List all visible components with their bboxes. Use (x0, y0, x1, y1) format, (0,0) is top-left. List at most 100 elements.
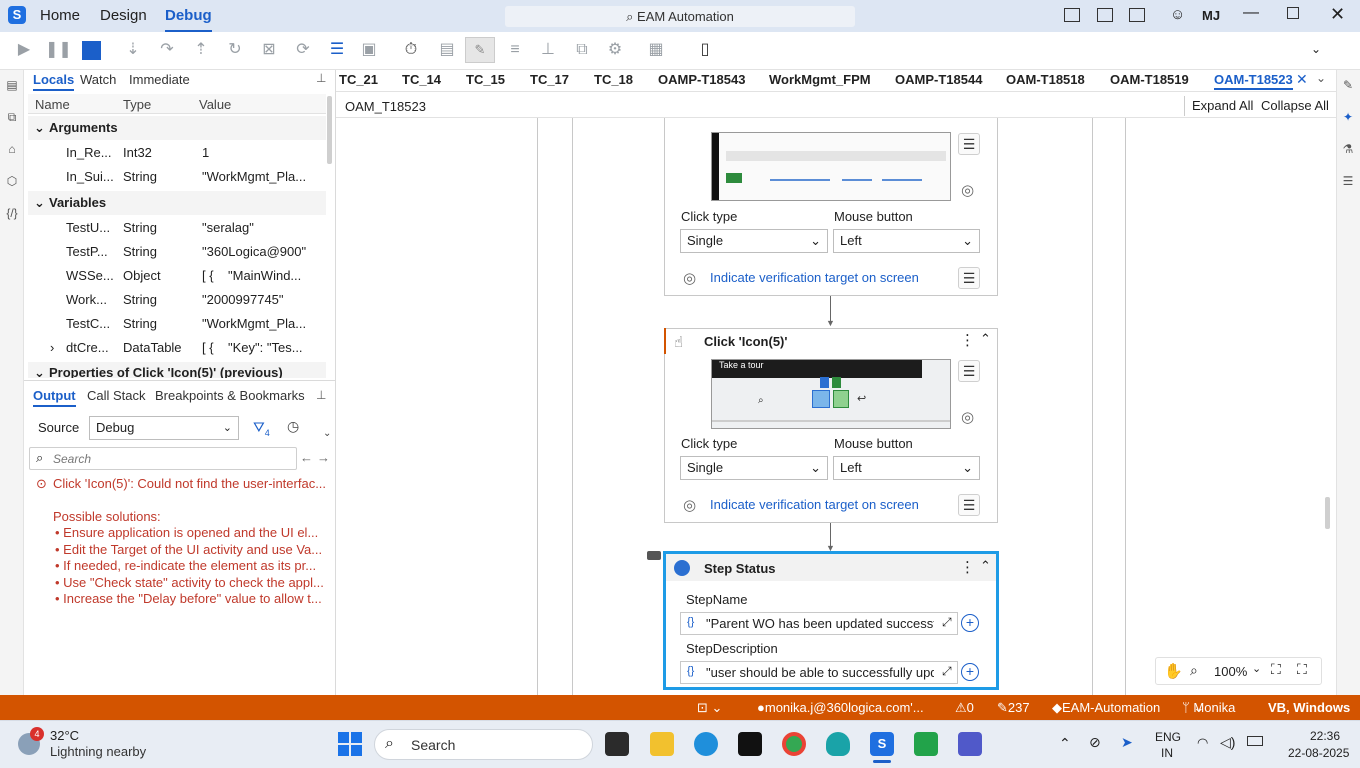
doc-tab[interactable]: OAMP-T18543 (658, 72, 745, 87)
pause-icon[interactable]: ❚❚ (45, 38, 72, 62)
activity-title[interactable]: Step Status (704, 561, 776, 576)
autopilot-icon[interactable]: ✦ (1340, 109, 1356, 125)
tab-watch[interactable]: Watch (80, 72, 116, 87)
target-screenshot[interactable]: Take a tour ⌕ ↩ (711, 359, 951, 429)
add-icon[interactable]: + (961, 663, 979, 681)
clock-time[interactable]: 22:36 (1310, 729, 1340, 743)
pin-icon[interactable]: ⊥ (316, 388, 326, 402)
run-icon[interactable]: ▶ (12, 38, 36, 62)
outline-icon[interactable]: ☰ (1340, 173, 1356, 189)
doc-tab[interactable]: OAM-T18519 (1110, 72, 1189, 87)
col-type[interactable]: Type (123, 97, 151, 112)
menu-design[interactable]: Design (100, 0, 147, 32)
feedback-icon[interactable]: ☺ (1170, 6, 1185, 23)
locals-row[interactable]: In_Re... Int32 1 (28, 141, 326, 165)
source-select[interactable]: Debug ⌄ (89, 416, 239, 440)
app-icon[interactable] (738, 732, 762, 756)
doc-tab[interactable]: TC_15 (466, 72, 505, 87)
edge-icon[interactable] (694, 732, 718, 756)
locals-row[interactable]: WSSe... Object [ { "MainWind... (28, 264, 326, 288)
doc-tab[interactable]: TC_21 (339, 72, 378, 87)
fullscreen-icon[interactable]: ⛶ (1297, 661, 1307, 678)
target-settings-icon[interactable]: ◎ (961, 181, 974, 199)
kebab-icon[interactable]: ⋮ (960, 331, 975, 349)
chevron-down-icon[interactable]: ⌄ (1311, 42, 1321, 56)
data-manager-icon[interactable]: {/} (4, 205, 20, 221)
continue-on-exception-icon[interactable]: ⊥ (536, 38, 560, 62)
tabs-overflow-icon[interactable]: ⌄ (1316, 71, 1326, 85)
verification-menu-button[interactable]: ☰ (958, 267, 980, 289)
doc-tab[interactable]: OAMP-T18544 (895, 72, 982, 87)
account-status[interactable]: ● monika.j@360logica.com'... (757, 695, 924, 720)
step-into-icon[interactable]: ⇣ (121, 38, 145, 62)
tab-breakpoints[interactable]: Breakpoints & Bookmarks (155, 388, 305, 403)
overflow-icon[interactable]: ⌄ (323, 428, 331, 439)
chevron-up-icon[interactable]: ⌃ (1059, 735, 1071, 752)
expand-editor-icon[interactable]: ⤢ (942, 615, 952, 630)
app-icon[interactable] (914, 732, 938, 756)
picture-in-picture-icon[interactable]: ⧉ (570, 38, 594, 62)
errors-indicator[interactable]: ⚠ 0 (955, 695, 974, 720)
temperature[interactable]: 32°C (50, 728, 79, 743)
step-over-icon[interactable]: ↷ (155, 38, 179, 62)
hand-tool-icon[interactable]: ✋ (1164, 662, 1183, 680)
platform-indicator[interactable]: VB, Windows (1268, 695, 1350, 720)
project-indicator[interactable]: ◆ EAM-Automation (1052, 695, 1160, 720)
activity-title[interactable]: Click 'Icon(5)' (704, 334, 787, 349)
edits-indicator[interactable]: ✎ 237 (997, 695, 1030, 720)
close-window-button[interactable]: ✕ (1330, 4, 1345, 25)
target-screenshot[interactable] (711, 132, 951, 201)
mouse-button-select[interactable]: Left ⌄ (833, 229, 980, 253)
doc-tab[interactable]: TC_18 (594, 72, 633, 87)
uipath-studio-icon[interactable]: S (870, 732, 894, 756)
tab-output[interactable]: Output (33, 388, 76, 407)
snippets-icon[interactable]: ⌂ (4, 141, 20, 157)
locals-row[interactable]: TestU... String "seralag" (28, 216, 326, 240)
locals-row[interactable]: Work... String "2000997745" (28, 288, 326, 312)
add-icon[interactable]: + (961, 614, 979, 632)
expand-editor-icon[interactable]: ⤢ (942, 664, 952, 679)
stepdescription-input[interactable]: {} "user should be able to successfully … (680, 661, 958, 684)
kebab-icon[interactable]: ⋮ (960, 558, 975, 576)
panel-left-icon[interactable] (1064, 8, 1080, 22)
expand-all-button[interactable]: Expand All (1192, 98, 1253, 113)
taskbar-search[interactable]: ⌕ Search (374, 729, 593, 760)
breadcrumb[interactable]: OAM_T18523 (345, 99, 426, 114)
network-off-icon[interactable]: ⊘ (1089, 734, 1101, 751)
minimize-button[interactable]: — (1243, 4, 1259, 22)
tab-immediate[interactable]: Immediate (129, 72, 190, 87)
arrow-right-icon[interactable]: → (317, 450, 330, 465)
zoom-level[interactable]: 100% (1214, 664, 1247, 679)
fit-to-screen-icon[interactable]: ⛶ (1271, 661, 1281, 678)
tab-locals[interactable]: Locals (33, 72, 75, 91)
locals-row[interactable]: TestP... String "360Logica@900" (28, 240, 326, 264)
variables-section[interactable]: ⌄ Variables (28, 191, 326, 215)
clock-icon[interactable]: ◷ (287, 418, 299, 435)
verification-link[interactable]: Indicate verification target on screen (710, 270, 919, 285)
restore-button[interactable] (1287, 7, 1299, 19)
panel-bottom-icon[interactable] (1097, 8, 1113, 22)
stop-icon[interactable] (82, 41, 101, 60)
breakpoint-marker[interactable] (647, 551, 661, 560)
open-logs-icon[interactable]: ▯ (693, 38, 717, 62)
doc-tab[interactable]: OAM-T18518 (1006, 72, 1085, 87)
properties-section[interactable]: ⌄ Properties of Click 'Icon(5)' (previous… (28, 362, 326, 378)
wifi-icon[interactable]: ◠ (1197, 735, 1208, 751)
source-control-icon[interactable]: ⊡ ⌄ (697, 695, 722, 720)
collapse-icon[interactable]: ⌃ (980, 331, 991, 347)
object-repository-icon[interactable]: ⬡ (4, 173, 20, 189)
verification-link[interactable]: Indicate verification target on screen (710, 497, 919, 512)
canvas-scrollbar[interactable] (1325, 497, 1330, 529)
volume-icon[interactable]: ◁) (1220, 734, 1235, 751)
ignore-icon[interactable]: ⊠ (257, 38, 281, 62)
target-settings-icon[interactable]: ◎ (961, 408, 974, 426)
region[interactable]: IN (1161, 746, 1173, 760)
step-out-icon[interactable]: ⇡ (189, 38, 213, 62)
properties-icon[interactable]: ✎ (1340, 77, 1356, 93)
slow-step-icon[interactable]: ⏱ (399, 38, 423, 62)
chevron-right-icon[interactable]: › (50, 336, 54, 360)
log-activities-icon[interactable]: ≡ (503, 38, 527, 62)
breakpoints-icon[interactable]: ▣ (357, 38, 381, 62)
collapse-icon[interactable]: ⌃ (980, 558, 991, 574)
layout-icon[interactable]: ▦ (644, 38, 668, 62)
